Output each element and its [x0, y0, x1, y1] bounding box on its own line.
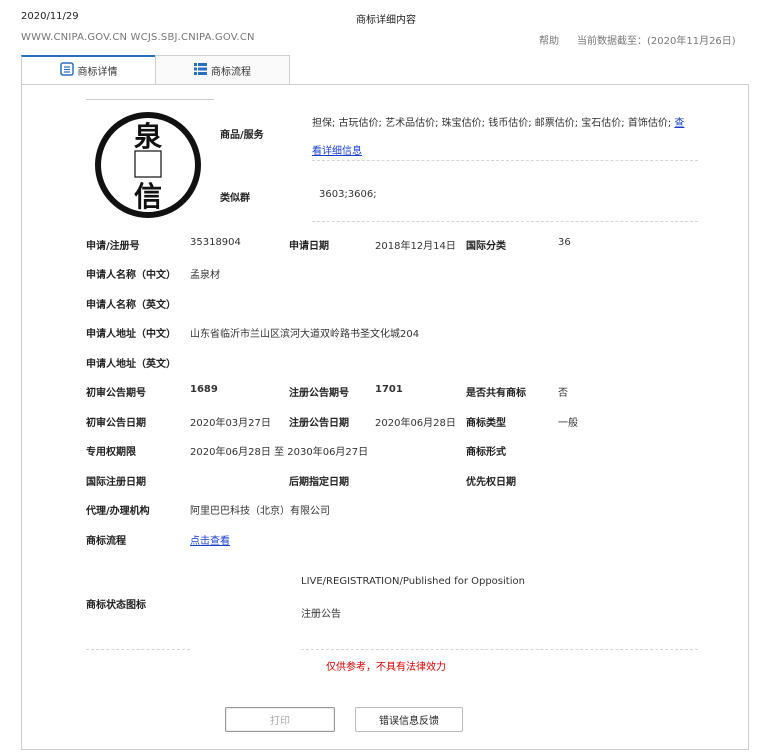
reg-pub-no-label: 注册公告期号	[289, 388, 349, 399]
app-date-label: 申请日期	[289, 241, 329, 252]
address-cn-label: 申请人地址（中文）	[86, 329, 176, 340]
list-icon	[194, 62, 207, 78]
shared-mark-label: 是否共有商标	[466, 388, 526, 399]
legal-disclaimer: 仅供参考，不具有法律效力	[326, 662, 446, 673]
exclusive-period-value: 2020年06月28日 至 2030年06月27日	[190, 447, 369, 458]
print-button[interactable]: 打印	[225, 707, 335, 732]
mark-form-label: 商标形式	[466, 447, 506, 458]
prelim-no-label: 初审公告期号	[86, 388, 146, 399]
flow-label: 商标流程	[86, 536, 126, 547]
goods-services-value: 担保; 古玩估价; 艺术品估价; 珠宝估价; 钱币估价; 邮票估价; 宝石估价;…	[312, 110, 697, 166]
tab-label: 商标详情	[77, 67, 118, 78]
status-cn-value: 注册公告	[301, 609, 341, 620]
agent-label: 代理/办理机构	[86, 506, 150, 517]
applicant-en-label: 申请人名称（英文）	[86, 300, 176, 311]
logo-char-top: 泉	[134, 120, 163, 153]
similar-group-value: 3603;3606;	[319, 189, 377, 200]
exclusive-period-label: 专用权期限	[86, 447, 136, 458]
divider	[301, 649, 698, 650]
divider	[86, 649, 190, 650]
intl-reg-date-label: 国际注册日期	[86, 477, 146, 488]
shared-mark-value: 否	[558, 388, 568, 399]
app-date-value: 2018年12月14日	[375, 241, 456, 252]
data-date-text: 当前数据截至：(2020年11月26日)	[577, 36, 736, 47]
tab-trademark-details[interactable]: 商标详情	[21, 55, 156, 85]
tab-trademark-flow[interactable]: 商标流程	[155, 55, 290, 85]
mark-type-value: 一般	[558, 418, 578, 429]
priority-date-label: 优先权日期	[466, 477, 516, 488]
reg-no-label: 申请/注册号	[86, 241, 140, 252]
intl-class-label: 国际分类	[466, 241, 506, 252]
reg-no-value: 35318904	[190, 237, 241, 248]
address-cn-value: 山东省临沂市兰山区滨河大道双岭路书圣文化城204	[190, 329, 420, 340]
reg-pub-no-value: 1701	[375, 384, 403, 395]
document-icon	[59, 62, 74, 79]
goods-text: 担保; 古玩估价; 艺术品估价; 珠宝估价; 钱币估价; 邮票估价; 宝石估价;…	[312, 118, 672, 129]
logo-char-bottom: 信	[134, 180, 162, 213]
view-flow-link[interactable]: 点击查看	[190, 532, 230, 547]
prelim-no-value: 1689	[190, 384, 218, 395]
report-error-button[interactable]: 错误信息反馈	[355, 707, 463, 732]
page-title: 商标详细内容	[356, 15, 416, 26]
intl-class-value: 36	[558, 237, 571, 248]
address-en-label: 申请人地址（英文）	[86, 359, 176, 370]
site-domains: WWW.CNIPA.GOV.CN WCJS.SBJ.CNIPA.GOV.CN	[21, 32, 255, 43]
status-en-value: LIVE/REGISTRATION/Published for Oppositi…	[301, 576, 525, 587]
help-link[interactable]: 帮助	[539, 32, 559, 47]
prelim-date-label: 初审公告日期	[86, 418, 146, 429]
similar-group-label: 类似群	[220, 193, 250, 204]
reg-pub-date-value: 2020年06月28日	[375, 418, 456, 429]
applicant-cn-label: 申请人名称（中文）	[86, 270, 176, 281]
prelim-date-value: 2020年03月27日	[190, 418, 271, 429]
reg-pub-date-label: 注册公告日期	[289, 418, 349, 429]
goods-label: 商品/服务	[220, 130, 264, 141]
divider	[86, 99, 214, 100]
divider	[312, 221, 698, 222]
applicant-cn-value: 孟泉材	[190, 270, 220, 281]
status-icon-label: 商标状态图标	[86, 600, 146, 611]
tab-label: 商标流程	[211, 66, 251, 78]
mark-type-label: 商标类型	[466, 418, 506, 429]
agent-value: 阿里巴巴科技（北京）有限公司	[190, 506, 330, 517]
divider	[312, 160, 698, 161]
later-date-label: 后期指定日期	[289, 477, 349, 488]
trademark-logo-graphic: 泉 信	[95, 112, 201, 218]
trademark-image: 泉 信	[94, 110, 214, 220]
